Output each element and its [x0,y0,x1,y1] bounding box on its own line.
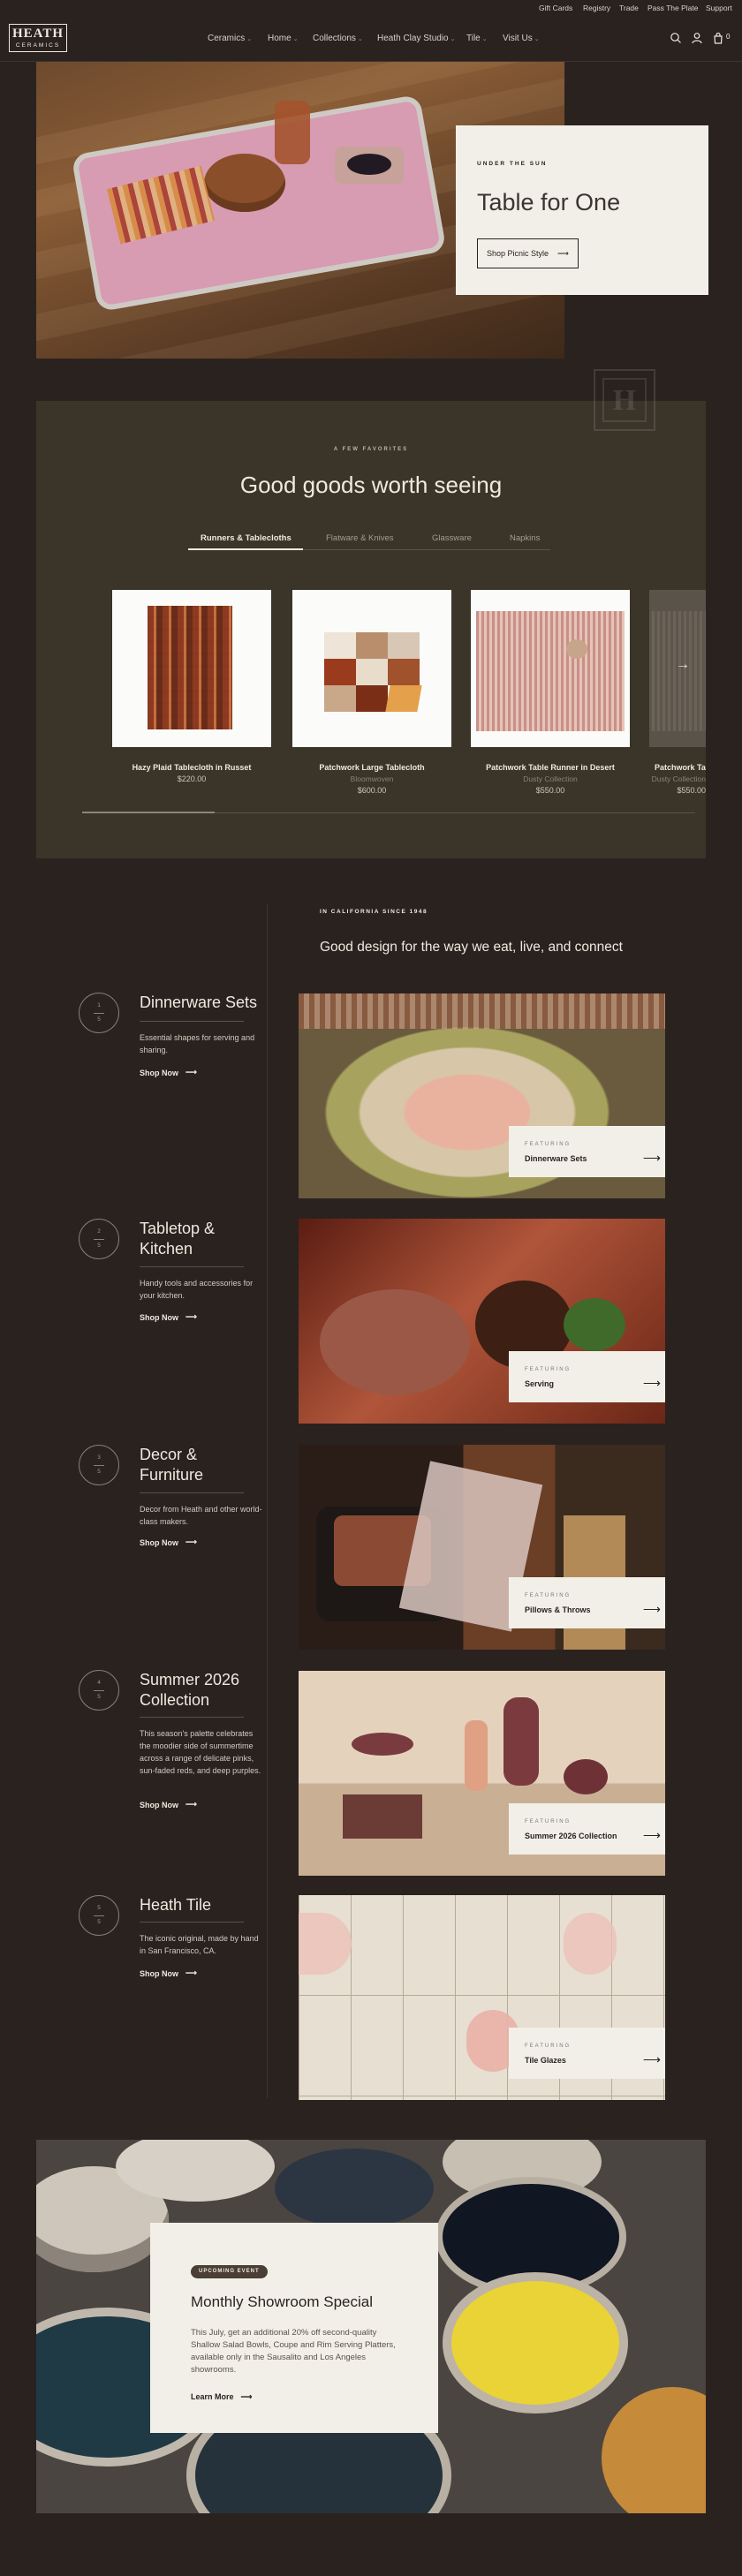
featuring-card[interactable]: FEATURING Summer 2026 Collection ⟶ [509,1803,665,1855]
featuring-card[interactable]: FEATURING Pillows & Throws ⟶ [509,1577,665,1628]
category-rule [140,1492,244,1493]
category-shop-link[interactable]: Shop Now ⟶ [140,1968,197,1978]
category-number: 3 [97,1454,101,1461]
featuring-label: FEATURING [525,1819,572,1824]
featuring-card[interactable]: FEATURING Dinnerware Sets ⟶ [509,1126,665,1177]
featuring-title: Serving [525,1379,555,1388]
arrow-right-icon: ⟶ [186,1068,197,1076]
category-shop-link[interactable]: Shop Now ⟶ [140,1537,197,1547]
featuring-title: Tile Glazes [525,2056,566,2065]
category-description: Decor from Heath and other world-class m… [140,1505,262,1526]
category-image-decor[interactable]: FEATURING Pillows & Throws ⟶ [299,1445,665,1650]
event-badge: UPCOMING EVENT [191,2265,268,2278]
category-number-badge: 1 5 [79,993,119,1033]
arrow-right-icon: ⟶ [642,1828,661,1842]
category-total: 5 [97,1243,101,1249]
category-shop-link[interactable]: Shop Now ⟶ [140,1312,197,1322]
category-total: 5 [97,1694,101,1700]
category-rule [140,1266,244,1267]
category-rule [140,1021,244,1022]
category-shop-link[interactable]: Shop Now ⟶ [140,1800,197,1809]
category-number: 5 [97,1905,101,1911]
arrow-right-icon: ⟶ [186,1312,197,1321]
category-total: 5 [97,1919,101,1925]
event-card: UPCOMING EVENT Monthly Showroom Special … [150,2223,438,2433]
category-title: Decor & Furniture [140,1446,204,1484]
category-title: Heath Tile [140,1896,212,1914]
category-description: This season's palette celebrates the moo… [140,1729,261,1775]
event-title: Monthly Showroom Special [191,2293,373,2310]
arrow-right-icon: ⟶ [186,1800,197,1809]
arrow-right-icon: ⟶ [642,1151,661,1165]
category-image-tabletop[interactable]: FEATURING Serving ⟶ [299,1219,665,1424]
event-learn-more-link[interactable]: Learn More ⟶ [191,2392,252,2402]
arrow-right-icon: ⟶ [186,1968,197,1977]
category-title: Dinnerware Sets [140,993,258,1011]
featuring-label: FEATURING [525,1593,572,1598]
category-number-badge: 5 5 [79,1895,119,1936]
category-total: 5 [97,1016,101,1023]
featuring-title: Dinnerware Sets [525,1154,587,1163]
category-image-dinnerware[interactable]: FEATURING Dinnerware Sets ⟶ [299,993,665,1198]
category-total: 5 [97,1469,101,1475]
category-number: 4 [97,1680,101,1686]
category-number: 2 [97,1228,101,1235]
category-title: Tabletop & Kitchen [140,1220,216,1258]
link-label: Shop Now [140,1968,178,1978]
link-label: Shop Now [140,1068,178,1077]
link-label: Learn More [191,2392,234,2401]
category-rule [140,1922,244,1923]
featuring-card[interactable]: FEATURING Serving ⟶ [509,1351,665,1402]
category-description: The iconic original, made by hand in San… [140,1934,259,1955]
arrow-right-icon: ⟶ [642,1602,661,1616]
featuring-label: FEATURING [525,1367,572,1372]
link-label: Shop Now [140,1800,178,1809]
category-image-summer[interactable]: FEATURING Summer 2026 Collection ⟶ [299,1671,665,1876]
featuring-card[interactable]: FEATURING Tile Glazes ⟶ [509,2028,665,2079]
featuring-label: FEATURING [525,2043,572,2049]
category-number-badge: 4 5 [79,1670,119,1711]
featuring-title: Pillows & Throws [525,1605,591,1614]
category-shop-link[interactable]: Shop Now ⟶ [140,1068,197,1077]
category-title: Summer 2026 Collection [140,1671,240,1709]
link-label: Shop Now [140,1537,178,1547]
link-label: Shop Now [140,1312,178,1322]
arrow-right-icon: ⟶ [186,1537,197,1546]
category-description: Handy tools and accessories for your kit… [140,1279,254,1300]
category-number: 1 [97,1002,101,1008]
category-number-badge: 2 5 [79,1219,119,1259]
event-body: This July, get an additional 20% off sec… [191,2328,396,2375]
arrow-right-icon: ⟶ [240,2392,253,2401]
category-number-badge: 3 5 [79,1445,119,1485]
arrow-right-icon: ⟶ [642,1376,661,1390]
arrow-right-icon: ⟶ [642,2052,661,2066]
featuring-label: FEATURING [525,1142,572,1147]
featuring-title: Summer 2026 Collection [525,1832,617,1840]
category-rule [140,1717,244,1718]
category-description: Essential shapes for serving and sharing… [140,1033,255,1054]
category-image-tile[interactable]: FEATURING Tile Glazes ⟶ [299,1895,665,2100]
